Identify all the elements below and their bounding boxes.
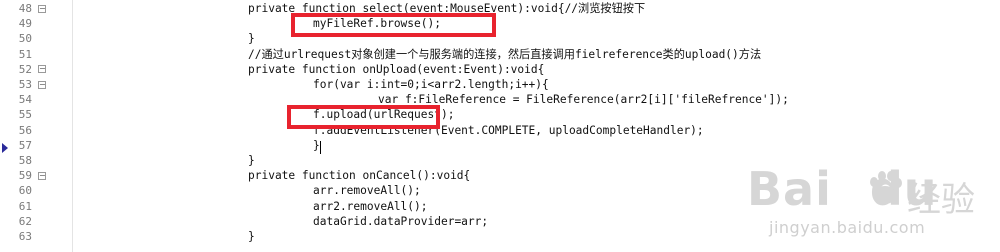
baidu-jingyan-watermark: Bai du 经验 jingyan.baidu.com [747,162,982,252]
code-text: arr2.removeAll(); [313,199,428,213]
code-line[interactable]: 54 var f:FileReference = FileReference(ar… [0,92,1000,107]
code-text: } [248,154,255,168]
code-editor[interactable]: 48− private function select(event:MouseEv… [0,0,1000,252]
highlight-box-upload [287,105,440,129]
fold-toggle-icon[interactable]: − [38,65,46,74]
code-line[interactable]: 56 f.addEventListener(Event.COMPLETE, upl… [0,123,1000,138]
watermark-cn-text: 经验 [907,180,975,220]
line-number: 56 [18,123,32,137]
code-text: } [248,32,255,46]
code-line[interactable]: 52− private function onUpload(event:Event… [0,62,1000,77]
highlight-box-browse [291,13,496,37]
line-number: 59 [18,169,32,183]
line-number: 48 [18,2,32,16]
line-number: 54 [18,93,32,107]
line-number: 55 [18,108,32,122]
line-number: 62 [18,214,32,228]
line-number: 53 [18,78,32,92]
code-text: //通过urlrequest对象创建一个与服务端的连接，然后直接调用fielre… [248,47,762,61]
baidu-paw-icon [870,171,902,204]
line-number: 61 [18,199,32,213]
code-text: private function onUpload(event:Event):v… [248,62,545,76]
code-text: arr.removeAll(); [313,184,421,198]
code-line[interactable]: 51 //通过urlrequest对象创建一个与服务端的连接，然后直接调用fiel… [0,47,1000,62]
code-text: private function onCancel():void{ [248,169,471,183]
code-line[interactable]: 55 f.upload(urlRequest); [0,107,1000,122]
code-text: dataGrid.dataProvider=arr; [313,214,489,228]
code-text: } [248,230,255,244]
code-line[interactable]: 49 myFileRef.browse(); [0,16,1000,31]
line-number: 52 [18,62,32,76]
text-caret [320,141,321,154]
watermark-url: jingyan.baidu.com [769,218,926,237]
fold-toggle-icon[interactable]: − [38,171,46,180]
code-line[interactable]: 57} [0,138,1000,153]
line-number: 50 [18,32,32,46]
line-number: 58 [18,154,32,168]
code-text: for(var i:int=0;i<arr2.length;i++){ [313,78,549,92]
fold-toggle-icon[interactable]: − [38,4,46,13]
code-line[interactable]: 48− private function select(event:MouseEv… [0,1,1000,16]
code-line[interactable]: 53− for(var i:int=0;i<arr2.length;i++){ [0,77,1000,92]
current-line-arrow-icon [2,143,8,153]
line-number: 49 [18,17,32,31]
line-number: 51 [18,47,32,61]
line-number: 63 [18,230,32,244]
line-number: 60 [18,184,32,198]
code-line[interactable]: 50} [0,31,1000,46]
code-text: } [313,138,320,152]
fold-toggle-icon[interactable]: − [38,80,46,89]
